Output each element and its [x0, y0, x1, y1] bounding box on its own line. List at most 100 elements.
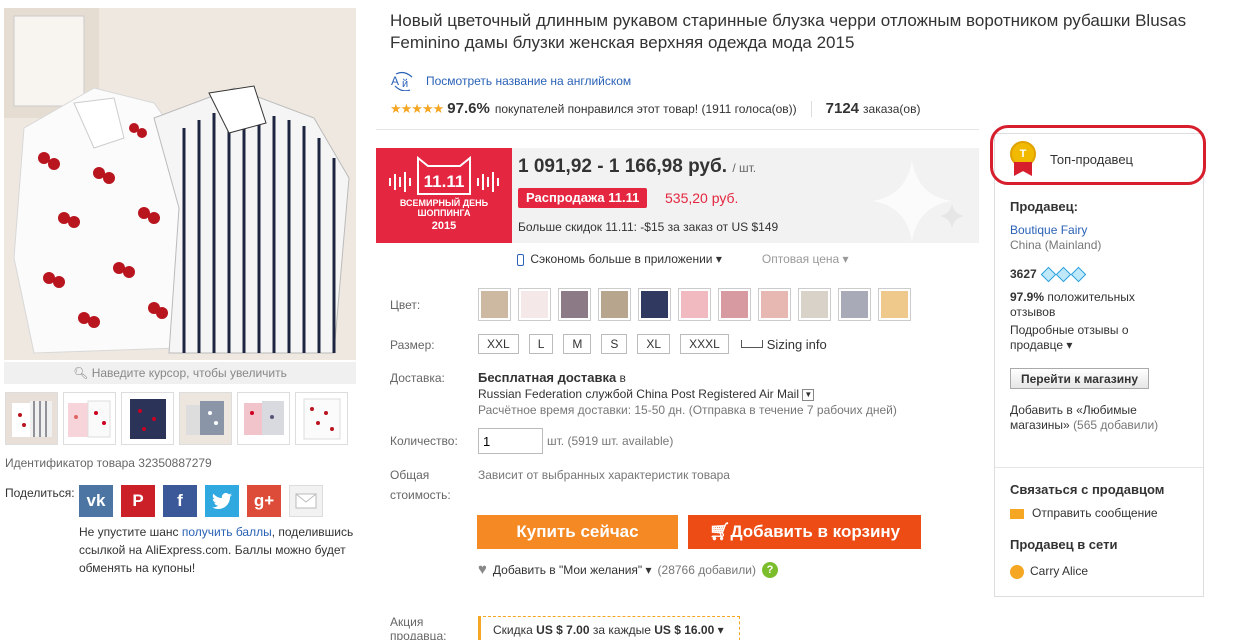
thumbnail[interactable] — [179, 392, 232, 445]
online-status-icon — [1010, 564, 1024, 579]
color-swatch-image — [721, 291, 748, 318]
buy-now-button[interactable]: Купить сейчас — [477, 515, 678, 549]
promo-accent-bar — [478, 616, 481, 640]
total-label-2: стоимость: — [390, 488, 451, 502]
phone-icon — [517, 253, 524, 266]
sizing-info-link[interactable]: Sizing info — [740, 337, 827, 352]
highlight-ring — [990, 125, 1206, 185]
main-product-image[interactable] — [4, 8, 356, 360]
color-swatch[interactable] — [638, 288, 671, 321]
size-option[interactable]: L — [528, 334, 554, 354]
app-row: Сэкономь больше в приложении ▾ Оптовая ц… — [517, 252, 849, 266]
color-swatch[interactable] — [798, 288, 831, 321]
total-label-1: Общая — [390, 468, 430, 482]
divider — [376, 129, 979, 130]
quantity-label: Количество: — [390, 434, 458, 448]
vk-icon[interactable]: vk — [79, 485, 113, 517]
sale-banner: 11.11 ВСЕМИРНЫЙ ДЕНЬ ШОППИНГА 2015 — [376, 148, 512, 243]
rating-stars-icon: ★★★★★ — [390, 100, 444, 116]
wholesale-dropdown[interactable]: Оптовая цена ▾ — [762, 252, 849, 266]
seller-details-dropdown[interactable]: Подробные отзывы о продавце ▾ — [1010, 323, 1190, 353]
seller-name-link[interactable]: Boutique Fairy — [1010, 223, 1087, 237]
online-heading: Продавец в сети — [1010, 537, 1118, 552]
sale-tag: Распродажа 11.11 — [518, 188, 648, 208]
translate-icon: A й — [391, 71, 413, 91]
size-option[interactable]: XXXL — [680, 334, 729, 354]
svg-text:й: й — [402, 78, 408, 90]
thumbnail[interactable] — [5, 392, 58, 445]
seller-location: China (Mainland) — [1010, 238, 1102, 252]
contact-heading: Связаться с продавцом — [1010, 482, 1165, 497]
color-swatch-image — [681, 291, 708, 318]
color-swatch[interactable] — [478, 288, 511, 321]
pinterest-icon[interactable]: P — [121, 485, 155, 517]
caret-down-icon: ▾ — [842, 252, 849, 266]
seller-positive: 97.9% положительных отзывов — [1010, 290, 1135, 319]
color-swatch[interactable] — [518, 288, 551, 321]
email-icon[interactable] — [289, 485, 323, 517]
shipping-label: Доставка: — [390, 371, 445, 385]
color-swatch[interactable] — [558, 288, 591, 321]
magnifier-icon: 🔍︎ — [73, 366, 89, 380]
promo-label-2: продавца: — [390, 629, 447, 640]
votes-link[interactable]: (1911 голоса(ов)) — [701, 102, 796, 116]
thumbnail[interactable] — [121, 392, 174, 445]
size-option[interactable]: XL — [637, 334, 671, 354]
add-to-cart-button[interactable]: 🛒︎Добавить в корзину — [688, 515, 921, 549]
product-id: Идентификатор товара 32350887279 — [5, 456, 212, 470]
thumbnail-strip — [5, 392, 348, 445]
caret-down-icon: ▾ — [1066, 338, 1073, 352]
translate-row: A й Посмотреть название на английском — [390, 71, 631, 91]
color-swatch[interactable] — [838, 288, 871, 321]
size-option[interactable]: XXL — [478, 334, 519, 354]
sale-price: 535,20 руб. — [665, 190, 739, 206]
color-swatch-image — [801, 291, 828, 318]
color-swatch-image — [641, 291, 668, 318]
color-swatch-image — [561, 291, 588, 318]
share-promo-text: Не упустите шанс получить баллы, поделив… — [79, 525, 354, 575]
help-icon[interactable]: ? — [761, 561, 778, 578]
diamond-icon — [1070, 266, 1086, 282]
caret-down-icon: ▾ — [645, 562, 652, 577]
color-swatch[interactable] — [678, 288, 711, 321]
color-swatch[interactable] — [718, 288, 751, 321]
total-note: Зависит от выбранных характеристик товар… — [478, 468, 730, 482]
diamond-icon — [1040, 266, 1056, 282]
thumbnail[interactable] — [63, 392, 116, 445]
seller-score-row: 3627 — [1010, 266, 1086, 282]
size-option[interactable]: S — [601, 334, 628, 354]
divider — [995, 467, 1203, 468]
share-icons: vk P f g+ — [79, 485, 323, 517]
shipping-method-dropdown-icon[interactable]: ▼ — [802, 388, 815, 401]
thumbnail[interactable] — [237, 392, 290, 445]
promo-label-1: Акция — [390, 615, 424, 629]
shipping-info: Бесплатная доставка в Russian Federation… — [478, 370, 897, 417]
quantity-input[interactable] — [478, 428, 543, 454]
color-swatch-image — [761, 291, 788, 318]
seller-promo: Скидка US $ 7.00 за каждые US $ 16.00 ▾ — [478, 616, 740, 640]
caret-down-icon[interactable]: ▾ — [718, 623, 724, 637]
color-swatch-image — [481, 291, 508, 318]
color-swatch[interactable] — [878, 288, 911, 321]
product-title: Новый цветочный длинным рукавом старинны… — [390, 11, 1187, 52]
go-to-store-button[interactable]: Перейти к магазину — [1010, 368, 1149, 389]
online-seller-link[interactable]: Carry Alice — [1010, 564, 1088, 579]
twitter-icon[interactable] — [205, 485, 239, 517]
color-swatch[interactable] — [758, 288, 791, 321]
rating-row: ★★★★★ 97.6% покупателей понравился этот … — [390, 100, 921, 117]
google-plus-icon[interactable]: g+ — [247, 485, 281, 517]
send-message-link[interactable]: Отправить сообщение — [1010, 506, 1158, 521]
translate-link[interactable]: Посмотреть название на английском — [426, 74, 631, 88]
color-swatch[interactable] — [598, 288, 631, 321]
svg-text:A: A — [391, 74, 399, 88]
thumbnail[interactable] — [295, 392, 348, 445]
get-points-link[interactable]: получить баллы — [182, 525, 272, 539]
size-option[interactable]: M — [563, 334, 592, 354]
app-savings-dropdown[interactable]: Сэкономь больше в приложении ▾ — [517, 252, 722, 266]
cart-icon: 🛒︎ — [708, 522, 731, 541]
more-discounts: Больше скидок 11.11: -$15 за заказ от US… — [518, 220, 779, 234]
add-to-wishlist-dropdown[interactable]: Добавить в "Мои желания" ▾ — [493, 563, 652, 577]
facebook-icon[interactable]: f — [163, 485, 197, 517]
add-to-favorites[interactable]: Добавить в «Любимые магазины» (565 добав… — [1010, 403, 1195, 433]
color-swatches — [478, 288, 911, 321]
